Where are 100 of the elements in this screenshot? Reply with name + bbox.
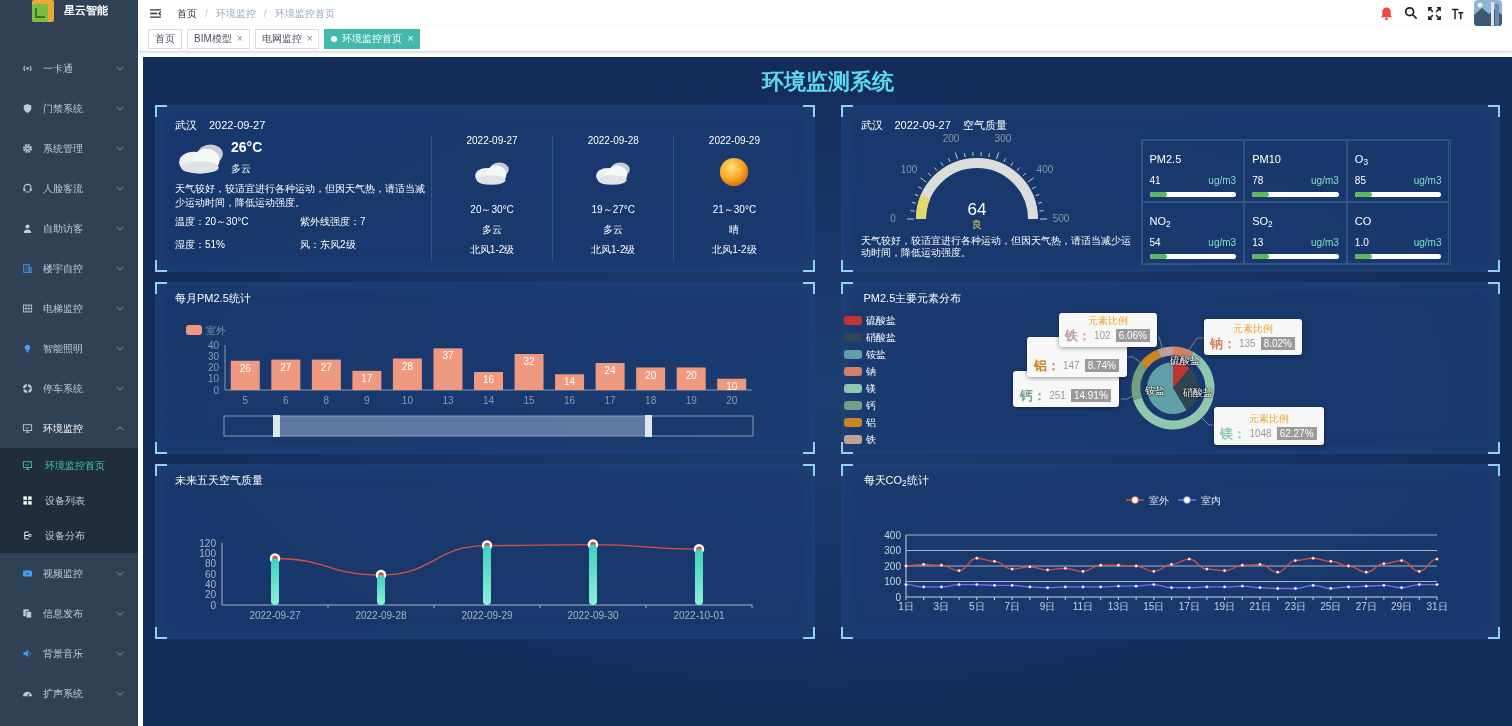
menu-item[interactable]: 环境监控: [0, 408, 138, 448]
search-icon[interactable]: [1404, 6, 1418, 20]
breadcrumb-link[interactable]: 首页: [177, 5, 197, 21]
data-point[interactable]: [921, 584, 925, 588]
data-point[interactable]: [1257, 585, 1262, 589]
data-point[interactable]: [1381, 561, 1385, 565]
data-point[interactable]: [1222, 584, 1226, 588]
data-point[interactable]: [957, 568, 961, 572]
data-point[interactable]: [1010, 583, 1014, 587]
data-point[interactable]: [1204, 567, 1208, 571]
legend-item[interactable]: 铵盐: [843, 348, 901, 361]
close-icon[interactable]: ×: [236, 31, 243, 46]
data-point[interactable]: [1187, 585, 1191, 589]
menu-item[interactable]: 智能照明: [0, 328, 138, 368]
menu-icon[interactable]: [150, 8, 161, 18]
menu-item[interactable]: 视频监控: [0, 553, 138, 593]
data-point[interactable]: [992, 583, 996, 587]
text-size-icon[interactable]: [1451, 6, 1464, 20]
data-point[interactable]: [1010, 567, 1014, 571]
data-point[interactable]: [1134, 563, 1138, 568]
menu-item[interactable]: 楼宇自控: [0, 248, 138, 288]
submenu-item[interactable]: 环境监控首页: [0, 448, 138, 483]
data-point[interactable]: [1275, 570, 1279, 574]
data-point[interactable]: [1346, 563, 1350, 568]
legend-item[interactable]: 镁: [843, 382, 901, 395]
data-point[interactable]: [1240, 584, 1244, 588]
menu-item[interactable]: 人脸客流: [0, 168, 138, 208]
data-point[interactable]: [1116, 563, 1120, 567]
data-point[interactable]: [1045, 567, 1049, 571]
chart-legend[interactable]: 室外: [186, 324, 226, 336]
legend-item[interactable]: 硝酸盐: [843, 331, 901, 344]
menu-item[interactable]: 电梯监控: [0, 288, 138, 328]
data-point[interactable]: [1293, 586, 1297, 590]
range-slider[interactable]: [223, 414, 754, 437]
data-point[interactable]: [1417, 582, 1421, 586]
data-point[interactable]: [1080, 584, 1085, 588]
menu-item[interactable]: 背景音乐: [0, 633, 138, 673]
menu-item[interactable]: 停车系统: [0, 368, 138, 408]
submenu-item[interactable]: 设备列表: [0, 483, 138, 518]
data-point[interactable]: [1134, 584, 1138, 588]
data-point[interactable]: [1364, 584, 1368, 588]
menu-item[interactable]: 一卡通: [0, 48, 138, 88]
data-point[interactable]: [1240, 563, 1244, 567]
chart-legend[interactable]: 室外: [1124, 494, 1169, 506]
data-point[interactable]: [1045, 585, 1049, 589]
menu-item[interactable]: 系统管理: [0, 128, 138, 168]
data-point[interactable]: [1293, 558, 1297, 562]
data-point[interactable]: [1328, 586, 1332, 590]
tab[interactable]: 首页: [148, 28, 182, 49]
legend-item[interactable]: 铝: [843, 416, 901, 429]
legend-item[interactable]: 钠: [843, 365, 901, 378]
data-point[interactable]: [1027, 584, 1031, 588]
data-point[interactable]: [1169, 585, 1173, 589]
tab[interactable]: 电网监控 ×: [254, 28, 320, 49]
data-point[interactable]: [1116, 584, 1120, 588]
data-point[interactable]: [1151, 569, 1155, 573]
data-point[interactable]: [1063, 584, 1067, 588]
menu-item[interactable]: 扩声系统: [0, 673, 138, 713]
data-point[interactable]: [939, 563, 943, 567]
data-point[interactable]: [1434, 582, 1439, 586]
data-point[interactable]: [903, 563, 908, 568]
data-point[interactable]: [1080, 569, 1085, 573]
data-point[interactable]: [1098, 563, 1102, 567]
data-point[interactable]: [1275, 586, 1279, 590]
fullscreen-icon[interactable]: [1428, 6, 1441, 20]
menu-item[interactable]: 门禁系统: [0, 88, 138, 128]
data-point[interactable]: [992, 559, 996, 563]
data-point[interactable]: [1364, 570, 1368, 574]
data-point[interactable]: [1187, 557, 1191, 561]
data-point[interactable]: [1311, 583, 1315, 587]
menu-item[interactable]: 自助访客: [0, 208, 138, 248]
data-point[interactable]: [1257, 562, 1262, 566]
close-icon[interactable]: ×: [306, 31, 313, 46]
legend-item[interactable]: 铁: [843, 433, 901, 446]
data-point[interactable]: [1222, 568, 1226, 572]
data-point[interactable]: [1417, 569, 1421, 573]
donut-segment[interactable]: [1139, 348, 1161, 369]
legend-item[interactable]: 硫酸盐: [843, 314, 901, 327]
data-point[interactable]: [1399, 585, 1403, 589]
donut-segment[interactable]: [1131, 362, 1147, 400]
data-point[interactable]: [1381, 583, 1385, 587]
data-point[interactable]: [1151, 582, 1155, 586]
data-point[interactable]: [921, 562, 925, 566]
data-point[interactable]: [1169, 562, 1173, 566]
data-point[interactable]: [1098, 584, 1102, 588]
data-point[interactable]: [1204, 584, 1208, 588]
data-point[interactable]: [1399, 558, 1403, 562]
bell-icon[interactable]: [1379, 5, 1394, 21]
data-point[interactable]: [974, 582, 978, 586]
legend-item[interactable]: 钙: [843, 399, 901, 412]
chart-legend[interactable]: 室内: [1176, 494, 1221, 506]
data-point[interactable]: [957, 582, 961, 586]
data-point[interactable]: [974, 556, 978, 560]
data-point[interactable]: [1434, 557, 1439, 561]
data-point[interactable]: [903, 582, 908, 586]
tab[interactable]: BIM模型 ×: [187, 28, 250, 49]
menu-item[interactable]: 信息发布: [0, 593, 138, 633]
data-point[interactable]: [1346, 584, 1350, 588]
data-point[interactable]: [1063, 566, 1067, 570]
data-point[interactable]: [1027, 564, 1031, 568]
